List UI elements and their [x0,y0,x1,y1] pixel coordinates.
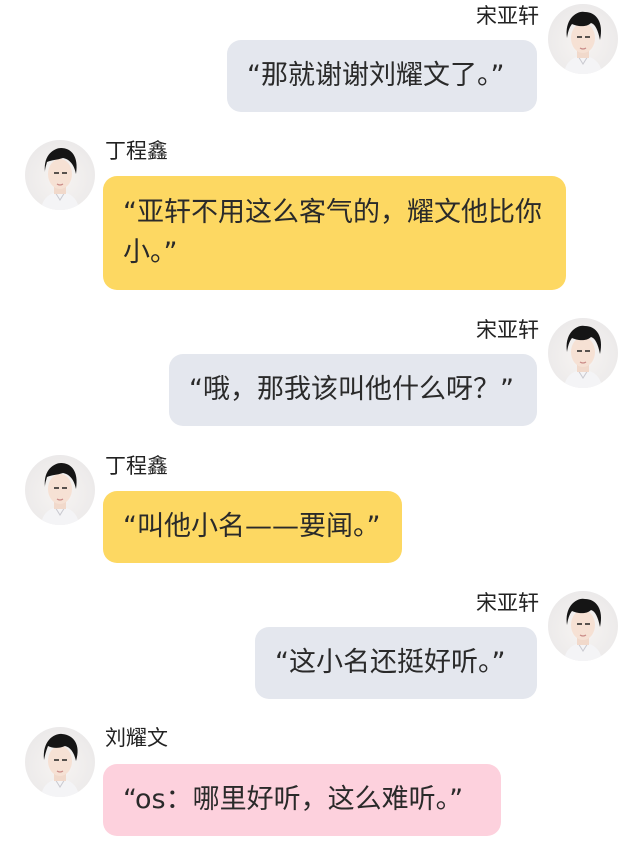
message-bubble: “亚轩不用这么客气的，耀文他比你小。” [103,176,566,290]
sender-name: 丁程鑫 [105,454,168,478]
person-avatar-icon [564,325,602,388]
message-bubble: “os：哪里好听，这么难听。” [103,764,501,836]
sender-avatar[interactable] [548,318,618,388]
person-avatar-icon [41,463,79,525]
sender-name: 宋亚轩 [476,4,539,28]
sender-avatar[interactable] [25,727,95,797]
message-bubble: “这小名还挺好听。” [255,627,537,699]
sender-name: 刘耀文 [105,726,168,750]
message-bubble: “哦，那我该叫他什么呀？” [169,354,537,426]
sender-avatar[interactable] [25,455,95,525]
message-bubble: “那就谢谢刘耀文了。” [227,40,537,112]
sender-name: 宋亚轩 [476,591,539,615]
sender-name: 丁程鑫 [105,139,168,163]
person-avatar-icon [41,148,79,210]
person-avatar-icon [564,11,602,74]
sender-avatar[interactable] [548,591,618,661]
sender-avatar[interactable] [25,140,95,210]
person-avatar-icon [564,598,602,661]
message-bubble: “叫他小名——要闻。” [103,491,402,563]
sender-avatar[interactable] [548,4,618,74]
person-avatar-icon [41,733,79,797]
sender-name: 宋亚轩 [476,318,539,342]
